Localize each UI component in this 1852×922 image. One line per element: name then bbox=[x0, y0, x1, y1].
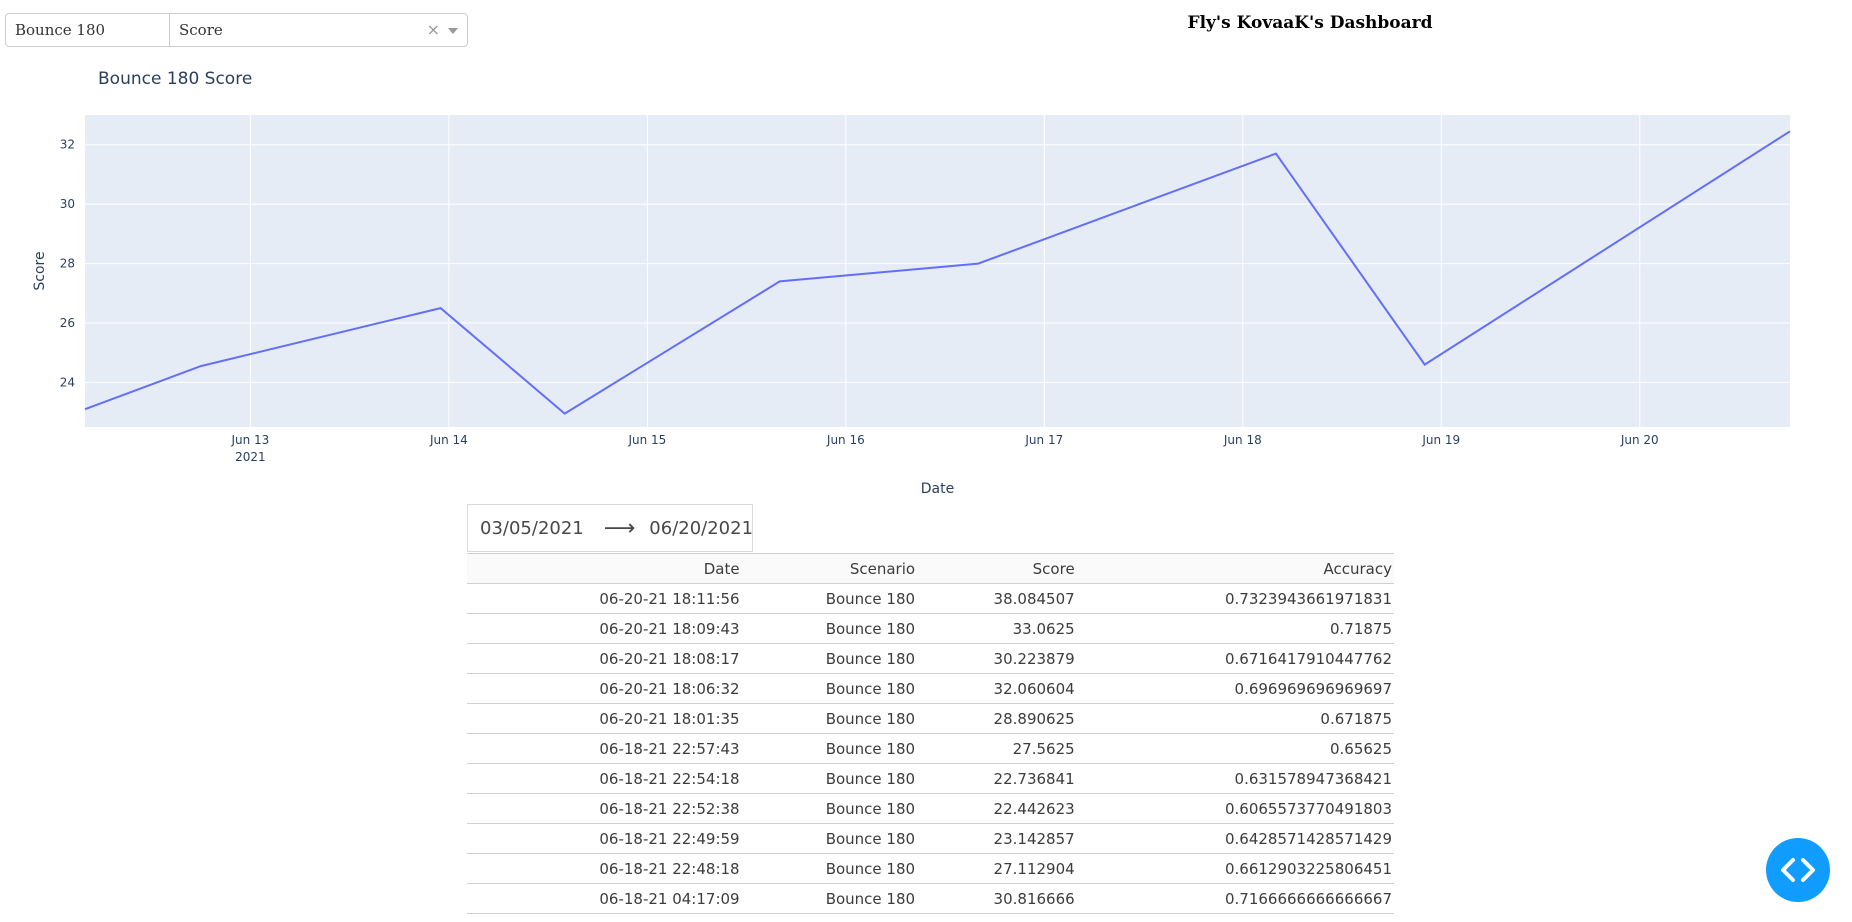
y-tick-label: 32 bbox=[60, 138, 75, 152]
y-tick-label: 24 bbox=[60, 375, 75, 389]
chart-title: Bounce 180 Score bbox=[98, 69, 252, 89]
cell-score: 22.442623 bbox=[917, 793, 1077, 824]
x-tick-label: Jun 20 bbox=[1620, 433, 1659, 447]
cell-date: 06-20-21 18:11:56 bbox=[467, 583, 742, 614]
table-body: 06-20-21 18:11:56 Bounce 180 38.084507 0.73… bbox=[467, 583, 1394, 914]
cell-date: 06-20-21 18:01:35 bbox=[467, 703, 742, 734]
cell-accuracy: 0.6428571428571429 bbox=[1076, 823, 1394, 854]
table-header-row: Date Scenario Score Accuracy bbox=[467, 553, 1394, 584]
cell-score: 33.0625 bbox=[917, 613, 1077, 644]
cell-score: 30.223879 bbox=[917, 643, 1077, 674]
results-table: Date Scenario Score Accuracy 06-20-21 18… bbox=[467, 553, 1394, 914]
scenario-value: Bounce 180 bbox=[15, 21, 106, 39]
code-toggle-button[interactable] bbox=[1766, 838, 1830, 902]
cell-scenario: Bounce 180 bbox=[741, 883, 918, 914]
clear-icon[interactable]: × bbox=[427, 20, 440, 39]
y-tick-label: 30 bbox=[60, 197, 75, 211]
cell-score: 28.890625 bbox=[917, 703, 1077, 734]
cell-scenario: Bounce 180 bbox=[741, 643, 918, 674]
plot-background bbox=[85, 115, 1790, 427]
y-axis-label: Score bbox=[32, 251, 48, 290]
x-tick-label: Jun 13 bbox=[230, 433, 269, 447]
cell-scenario: Bounce 180 bbox=[741, 733, 918, 764]
x-tick-label: Jun 16 bbox=[826, 433, 865, 447]
start-date-input[interactable]: 03/05/2021 bbox=[480, 518, 584, 539]
col-header-scenario[interactable]: Scenario bbox=[741, 553, 918, 584]
table-row: 06-18-21 22:52:38 Bounce 180 22.442623 0.60… bbox=[467, 793, 1394, 824]
cell-scenario: Bounce 180 bbox=[741, 853, 918, 884]
table-row: 06-20-21 18:11:56 Bounce 180 38.084507 0.73… bbox=[467, 583, 1394, 614]
metric-dropdown[interactable]: Score × bbox=[170, 13, 468, 47]
score-line-chart[interactable]: 24 26 28 30 32 Jun 13 2021 Jun 14 Jun 15 Jun 16 Ju… bbox=[0, 55, 1852, 495]
code-toggle-icon bbox=[1781, 858, 1815, 882]
cell-accuracy: 0.65625 bbox=[1076, 733, 1394, 764]
cell-date: 06-18-21 22:48:18 bbox=[467, 853, 742, 884]
cell-accuracy: 0.7323943661971831 bbox=[1076, 583, 1394, 614]
cell-score: 23.142857 bbox=[917, 823, 1077, 854]
x-tick-sublabel: 2021 bbox=[235, 450, 266, 464]
x-tick-label: Jun 14 bbox=[429, 433, 468, 447]
cell-accuracy: 0.671875 bbox=[1076, 703, 1394, 734]
cell-date: 06-20-21 18:08:17 bbox=[467, 643, 742, 674]
cell-score: 30.816666 bbox=[917, 883, 1077, 914]
col-header-date[interactable]: Date bbox=[467, 553, 742, 584]
scenario-dropdown[interactable]: Bounce 180 bbox=[5, 13, 170, 47]
filter-row: Bounce 180 Score × bbox=[5, 13, 468, 47]
cell-date: 06-20-21 18:06:32 bbox=[467, 673, 742, 704]
y-tick-label: 28 bbox=[60, 257, 75, 271]
x-tick-label: Jun 18 bbox=[1223, 433, 1262, 447]
cell-score: 27.112904 bbox=[917, 853, 1077, 884]
cell-scenario: Bounce 180 bbox=[741, 583, 918, 614]
cell-scenario: Bounce 180 bbox=[741, 823, 918, 854]
table-row: 06-18-21 22:48:18 Bounce 180 27.112904 0.66… bbox=[467, 853, 1394, 884]
cell-scenario: Bounce 180 bbox=[741, 703, 918, 734]
table-row: 06-18-21 22:57:43 Bounce 180 27.5625 0.6562… bbox=[467, 733, 1394, 764]
cell-score: 32.060604 bbox=[917, 673, 1077, 704]
table-row: 06-20-21 18:08:17 Bounce 180 30.223879 0.67… bbox=[467, 643, 1394, 674]
table-row: 06-20-21 18:09:43 Bounce 180 33.0625 0.7187… bbox=[467, 613, 1394, 644]
cell-accuracy: 0.71875 bbox=[1076, 613, 1394, 644]
col-header-score[interactable]: Score bbox=[917, 553, 1077, 584]
cell-accuracy: 0.6612903225806451 bbox=[1076, 853, 1394, 884]
cell-score: 27.5625 bbox=[917, 733, 1077, 764]
cell-accuracy: 0.7166666666666667 bbox=[1076, 883, 1394, 914]
col-header-accuracy[interactable]: Accuracy bbox=[1076, 553, 1394, 584]
cell-scenario: Bounce 180 bbox=[741, 793, 918, 824]
cell-date: 06-18-21 22:57:43 bbox=[467, 733, 742, 764]
cell-date: 06-18-21 22:54:18 bbox=[467, 763, 742, 794]
cell-date: 06-20-21 18:09:43 bbox=[467, 613, 742, 644]
cell-accuracy: 0.631578947368421 bbox=[1076, 763, 1394, 794]
y-tick-label: 26 bbox=[60, 316, 75, 330]
table-row: 06-20-21 18:06:32 Bounce 180 32.060604 0.69… bbox=[467, 673, 1394, 704]
table-row: 06-20-21 18:01:35 Bounce 180 28.890625 0.67… bbox=[467, 703, 1394, 734]
cell-scenario: Bounce 180 bbox=[741, 613, 918, 644]
table-row: 06-18-21 22:54:18 Bounce 180 22.736841 0.63… bbox=[467, 763, 1394, 794]
table-row: 06-18-21 22:49:59 Bounce 180 23.142857 0.64… bbox=[467, 823, 1394, 854]
x-tick-label: Jun 17 bbox=[1024, 433, 1063, 447]
cell-accuracy: 0.6716417910447762 bbox=[1076, 643, 1394, 674]
cell-accuracy: 0.6065573770491803 bbox=[1076, 793, 1394, 824]
x-tick-label: Jun 15 bbox=[627, 433, 666, 447]
metric-value: Score bbox=[179, 21, 223, 39]
x-axis-label: Date bbox=[921, 481, 954, 495]
cell-date: 06-18-21 22:49:59 bbox=[467, 823, 742, 854]
cell-date: 06-18-21 22:52:38 bbox=[467, 793, 742, 824]
x-tick-label: Jun 19 bbox=[1421, 433, 1460, 447]
cell-score: 38.084507 bbox=[917, 583, 1077, 614]
page-title: Fly's KovaaK's Dashboard bbox=[1187, 13, 1433, 33]
cell-scenario: Bounce 180 bbox=[741, 763, 918, 794]
end-date-input[interactable]: 06/20/2021 bbox=[649, 518, 753, 539]
cell-date: 06-18-21 04:17:09 bbox=[467, 883, 742, 914]
cell-accuracy: 0.696969696969697 bbox=[1076, 673, 1394, 704]
date-range-picker[interactable]: 03/05/2021 ⟶ 06/20/2021 bbox=[467, 504, 753, 552]
cell-score: 22.736841 bbox=[917, 763, 1077, 794]
date-range-arrow-icon: ⟶ bbox=[603, 515, 636, 541]
chevron-down-icon[interactable] bbox=[448, 28, 458, 34]
table-row: 06-18-21 04:17:09 Bounce 180 30.816666 0.71… bbox=[467, 883, 1394, 914]
cell-scenario: Bounce 180 bbox=[741, 673, 918, 704]
